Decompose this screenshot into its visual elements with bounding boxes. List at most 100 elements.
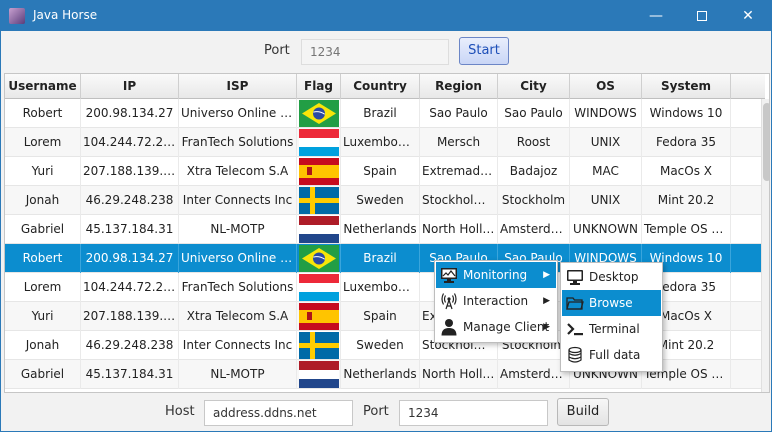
column-header-flag[interactable]: Flag [297, 74, 341, 99]
table-row[interactable]: Lorem 104.244.72.248 FranTech Solutions Lux… [5, 128, 761, 157]
flag-cell [297, 186, 341, 215]
cell-country: Sweden [341, 331, 420, 360]
column-header-ip[interactable]: IP [81, 74, 179, 99]
cell-system: Fedora 35 [642, 128, 731, 157]
terminal-icon [566, 320, 584, 338]
folder-icon [566, 294, 584, 312]
column-header-username[interactable]: Username [5, 74, 81, 99]
submenu-arrow-icon: ▶ [543, 296, 550, 306]
cell-ip: 207.188.139.168 [81, 157, 179, 186]
cell-ip: 104.244.72.248 [81, 128, 179, 157]
close-button[interactable]: ✕ [725, 1, 771, 31]
flag-cell [297, 302, 341, 331]
cell-isp: NL-MOTP [179, 215, 297, 244]
app-window: Java Horse — ✕ Port Start UsernameIPISPF… [0, 0, 772, 432]
menu-item-terminal[interactable]: Terminal [562, 316, 661, 342]
column-header-region[interactable]: Region [420, 74, 498, 99]
column-header-country[interactable]: Country [341, 74, 420, 99]
table-header: Username IP ISP Flag Country Region City OS Syst… [5, 74, 765, 99]
luxembourg-flag-icon [299, 274, 339, 301]
sweden-flag-icon [299, 332, 339, 359]
spain-flag-icon [299, 158, 339, 185]
cell-country: Netherlands [341, 360, 420, 389]
cell-isp: Inter Connects Inc [179, 186, 297, 215]
cell-city: Amsterdam [498, 215, 570, 244]
cell-os: UNIX [570, 128, 642, 157]
cell-ip: 45.137.184.31 [81, 215, 179, 244]
cell-os: UNIX [570, 186, 642, 215]
flag-cell [297, 273, 341, 302]
maximize-button[interactable] [679, 1, 725, 31]
table-row[interactable]: Gabriel 45.137.184.31 NL-MOTP Netherlands No… [5, 215, 761, 244]
menu-item-interaction[interactable]: Interaction ▶ [436, 288, 556, 314]
build-button[interactable]: Build [557, 398, 609, 426]
spain-flag-icon [299, 303, 339, 330]
window-title: Java Horse [33, 8, 98, 22]
scrollbar-thumb[interactable] [763, 103, 769, 181]
cell-username: Yuri [5, 302, 81, 331]
cell-isp: Xtra Telecom S.A [179, 302, 297, 331]
desktop-icon [566, 268, 584, 286]
table-row[interactable]: Jonah 46.29.248.238 Inter Connects Inc Swed… [5, 186, 761, 215]
cell-ip: 46.29.248.238 [81, 186, 179, 215]
cell-country: Brazil [341, 99, 420, 128]
cell-username: Gabriel [5, 215, 81, 244]
builder-port-input[interactable] [399, 400, 548, 426]
database-icon [566, 346, 584, 364]
netherlands-flag-icon [299, 216, 339, 243]
flag-cell [297, 244, 341, 273]
cell-city: Sao Paulo [498, 99, 570, 128]
column-header-isp[interactable]: ISP [179, 74, 297, 99]
vertical-scrollbar[interactable] [761, 99, 769, 392]
cell-country: Sweden [341, 186, 420, 215]
cell-country: Luxembourg [341, 273, 420, 302]
cell-isp: Xtra Telecom S.A [179, 157, 297, 186]
menu-item-desktop[interactable]: Desktop [562, 264, 661, 290]
start-button[interactable]: Start [459, 37, 509, 65]
server-port-input[interactable] [301, 39, 449, 65]
column-header-os[interactable]: OS [570, 74, 642, 99]
cell-username: Lorem [5, 128, 81, 157]
table-row[interactable]: Robert 200.98.134.27 Universo Online S.A. B… [5, 99, 761, 128]
builder-controls: Host Port Build [1, 394, 771, 431]
maximize-icon [697, 11, 707, 21]
menu-item-label: Terminal [589, 322, 640, 336]
column-header-system[interactable]: System [642, 74, 731, 99]
cell-ip: 45.137.184.31 [81, 360, 179, 389]
cell-system: Mint 20.2 [642, 186, 731, 215]
server-controls: Port Start [1, 31, 771, 71]
monitoring-submenu: Desktop Browse files Terminal Full data [560, 262, 663, 372]
cell-username: Gabriel [5, 360, 81, 389]
brazil-flag-icon [299, 100, 339, 127]
sweden-flag-icon [299, 187, 339, 214]
cell-username: Robert [5, 99, 81, 128]
cell-isp: NL-MOTP [179, 360, 297, 389]
app-logo-icon [9, 8, 25, 24]
title-bar[interactable]: Java Horse — ✕ [1, 1, 771, 31]
cell-country: Luxembourg [341, 128, 420, 157]
menu-item-browse-files[interactable]: Browse files [562, 290, 661, 336]
host-input[interactable] [204, 400, 353, 426]
menu-item-monitoring[interactable]: Monitoring ▶ [436, 262, 556, 288]
cell-region: Stockholm ... [420, 186, 498, 215]
flag-cell [297, 215, 341, 244]
menu-item-label: Monitoring [463, 268, 528, 282]
flag-cell [297, 157, 341, 186]
flag-cell [297, 331, 341, 360]
netherlands-flag-icon [299, 361, 339, 388]
menu-item-label: Interaction [463, 294, 529, 308]
submenu-arrow-icon: ▶ [543, 270, 550, 280]
cell-os: MAC [570, 157, 642, 186]
host-label: Host [165, 404, 195, 419]
table-row[interactable]: Yuri 207.188.139.168 Xtra Telecom S.A Spain… [5, 157, 761, 186]
column-header-city[interactable]: City [498, 74, 570, 99]
cell-country: Spain [341, 302, 420, 331]
cell-city: Badajoz [498, 157, 570, 186]
menu-item-label: Desktop [589, 270, 639, 284]
minimize-button[interactable]: — [633, 1, 679, 31]
user-icon [440, 318, 458, 336]
luxembourg-flag-icon [299, 129, 339, 156]
menu-item-manage-client[interactable]: Manage Client ▶ [436, 314, 556, 340]
menu-item-full-data[interactable]: Full data [562, 342, 661, 368]
flag-cell [297, 360, 341, 389]
